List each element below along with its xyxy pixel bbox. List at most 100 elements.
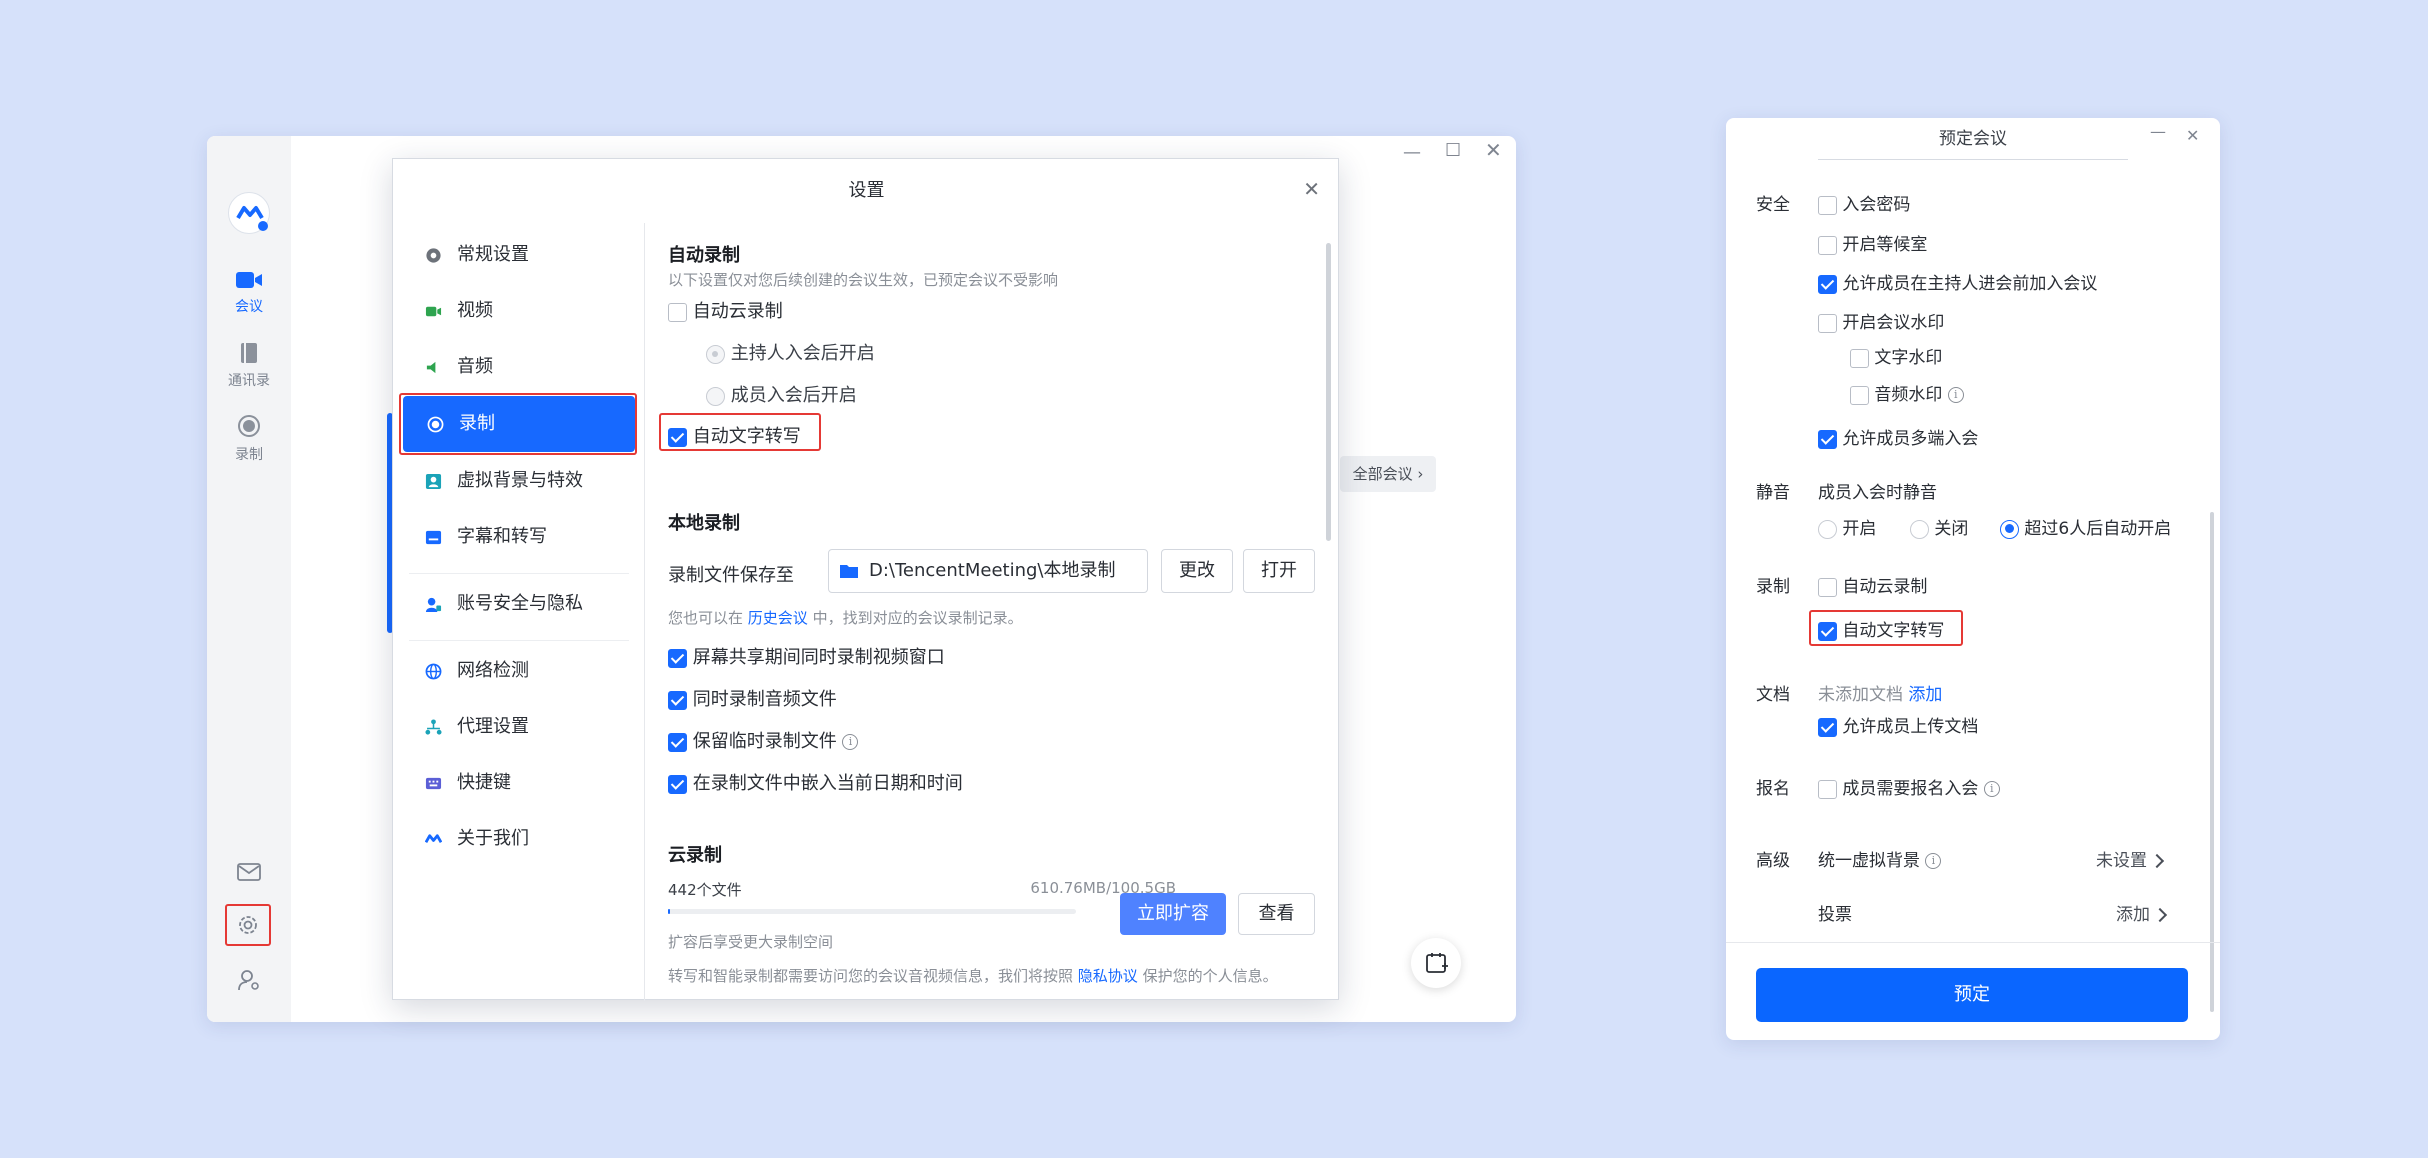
checkbox[interactable] — [668, 648, 687, 668]
option-meeting-password[interactable]: 入会密码 — [1818, 190, 1910, 215]
history-meetings-link[interactable]: 历史会议 — [748, 609, 808, 627]
checkbox[interactable] — [668, 690, 687, 710]
checkbox[interactable] — [1818, 313, 1837, 333]
docs-none: 未添加文档 添加 — [1818, 685, 1943, 705]
nav-video[interactable]: 视频 — [401, 283, 635, 339]
expand-storage-button[interactable]: 立即扩容 — [1120, 893, 1226, 935]
option-audio-watermark[interactable]: 音频水印 i — [1850, 380, 1964, 405]
checkbox[interactable] — [668, 427, 687, 447]
schedule-meeting-fab[interactable] — [1411, 938, 1461, 988]
save-path-field[interactable]: D:\TencentMeeting\本地录制 — [828, 549, 1148, 593]
option-record-screen-share[interactable]: 屏幕共享期间同时录制视频窗口 — [668, 643, 945, 669]
option-record-audio-file[interactable]: 同时录制音频文件 — [668, 685, 837, 711]
info-icon[interactable]: i — [842, 734, 859, 750]
change-path-button[interactable]: 更改 — [1161, 549, 1233, 593]
info-icon[interactable]: i — [1947, 387, 1964, 403]
privacy-policy-link[interactable]: 隐私协议 — [1078, 967, 1138, 985]
mute-option-on[interactable]: 开启 — [1818, 514, 1876, 539]
option-signup-required[interactable]: 成员需要报名入会 i — [1818, 774, 2000, 799]
checkbox[interactable] — [1850, 385, 1869, 405]
option-allow-upload[interactable]: 允许成员上传文档 — [1818, 712, 1978, 737]
close-button[interactable]: ✕ — [1485, 138, 1502, 162]
scrollbar[interactable] — [1326, 243, 1331, 541]
minimize-button[interactable]: — — [1403, 142, 1421, 163]
mute-description: 成员入会时静音 — [1818, 483, 1937, 503]
option-watermark[interactable]: 开启会议水印 — [1818, 308, 1944, 333]
nav-shortcuts[interactable]: 快捷键 — [401, 755, 635, 811]
schedule-window: 预定会议 — ✕ 安全 入会密码 开启等候室 允许成员在主持人进会前加入会议 开… — [1726, 118, 2220, 1040]
nav-virtual-bg[interactable]: 虚拟背景与特效 — [401, 453, 635, 509]
nav-audio[interactable]: 音频 — [401, 339, 635, 395]
radio-member-start[interactable]: 成员入会后开启 — [706, 381, 857, 407]
view-cloud-button[interactable]: 查看 — [1238, 893, 1315, 935]
auto-record-note: 以下设置仅对您后续创建的会议生效，已预定会议不受影响 — [668, 271, 1059, 289]
option-text-watermark[interactable]: 文字水印 — [1850, 343, 1942, 368]
unified-bg-setting[interactable]: 未设置 — [2096, 846, 2165, 871]
add-doc-link[interactable]: 添加 — [1908, 685, 1942, 705]
unified-bg-label: 统一虚拟背景 i — [1818, 846, 1942, 871]
option-join-before-host[interactable]: 允许成员在主持人进会前加入会议 — [1818, 269, 2097, 294]
all-meetings-link[interactable]: 全部会议 › — [1340, 456, 1436, 492]
checkbox[interactable] — [1818, 621, 1837, 641]
subtitle-icon — [425, 530, 442, 545]
nav-about[interactable]: 关于我们 — [401, 811, 635, 867]
nav-divider — [409, 573, 629, 574]
rail-item-meeting[interactable]: 会议 — [207, 270, 291, 316]
dialog-close-icon[interactable]: ✕ — [1303, 177, 1320, 201]
option-auto-transcribe[interactable]: 自动文字转写 — [1818, 616, 1944, 641]
checkbox[interactable] — [1818, 717, 1837, 737]
info-icon[interactable]: i — [1925, 853, 1942, 869]
info-icon[interactable]: i — [1983, 781, 2000, 797]
proxy-icon — [425, 719, 442, 735]
checkbox[interactable] — [1818, 235, 1837, 255]
nav-record[interactable]: 录制 — [403, 396, 635, 452]
settings-content: 自动录制 以下设置仅对您后续创建的会议生效，已预定会议不受影响 自动云录制 主持… — [646, 223, 1340, 1001]
keyboard-icon — [425, 777, 442, 790]
settings-nav: 常规设置 视频 音频 录制 虚拟背景与特效 字幕和转写 账号安全与隐私 网络检测 — [393, 223, 645, 1001]
maximize-button[interactable]: ☐ — [1445, 140, 1461, 161]
checkbox[interactable] — [1818, 429, 1837, 449]
mute-option-off[interactable]: 关闭 — [1910, 514, 1968, 539]
checkbox[interactable] — [668, 774, 687, 794]
auto-cloud-record-option[interactable]: 自动云录制 — [668, 297, 783, 323]
settings-button[interactable] — [225, 904, 271, 946]
option-embed-datetime[interactable]: 在录制文件中嵌入当前日期和时间 — [668, 769, 963, 795]
nav-subtitle[interactable]: 字幕和转写 — [401, 509, 635, 565]
checkbox[interactable] — [1818, 274, 1837, 294]
schedule-submit-button[interactable]: 预定 — [1756, 968, 2188, 1022]
radio[interactable] — [2000, 519, 2019, 539]
radio[interactable] — [706, 386, 725, 406]
radio[interactable] — [1910, 519, 1929, 539]
scrollbar[interactable] — [2210, 512, 2214, 1012]
radio[interactable] — [706, 344, 725, 364]
chevron-right-icon — [2150, 853, 2165, 869]
user-settings-icon[interactable] — [237, 968, 261, 996]
option-multi-device[interactable]: 允许成员多端入会 — [1818, 424, 1978, 449]
mute-option-auto[interactable]: 超过6人后自动开启 — [2000, 514, 2171, 539]
option-waiting-room[interactable]: 开启等候室 — [1818, 230, 1927, 255]
nav-network[interactable]: 网络检测 — [401, 643, 635, 699]
minimize-button[interactable]: — — [2150, 122, 2166, 141]
nav-proxy[interactable]: 代理设置 — [401, 699, 635, 755]
option-keep-temp-files[interactable]: 保留临时录制文件 i — [668, 727, 859, 753]
checkbox[interactable] — [668, 302, 687, 322]
auto-transcribe-option[interactable]: 自动文字转写 — [668, 422, 801, 448]
mail-icon[interactable] — [237, 862, 261, 886]
checkbox[interactable] — [1818, 577, 1837, 597]
checkbox[interactable] — [1850, 348, 1869, 368]
nav-account-security[interactable]: 账号安全与隐私 — [401, 576, 635, 632]
rail-item-record[interactable]: 录制 — [207, 414, 291, 464]
radio[interactable] — [1818, 519, 1837, 539]
folder-icon — [840, 565, 858, 578]
checkbox[interactable] — [1818, 195, 1837, 215]
vote-add[interactable]: 添加 — [2116, 900, 2168, 925]
nav-general[interactable]: 常规设置 — [401, 227, 635, 283]
checkbox[interactable] — [1818, 779, 1837, 799]
checkbox[interactable] — [668, 732, 687, 752]
option-auto-cloud-record[interactable]: 自动云录制 — [1818, 572, 1927, 597]
radio-host-start[interactable]: 主持人入会后开启 — [706, 339, 875, 365]
open-folder-button[interactable]: 打开 — [1243, 549, 1315, 593]
close-button[interactable]: ✕ — [2186, 126, 2199, 145]
rail-item-contacts[interactable]: 通讯录 — [207, 342, 291, 390]
docs-label: 文档 — [1756, 685, 1790, 705]
